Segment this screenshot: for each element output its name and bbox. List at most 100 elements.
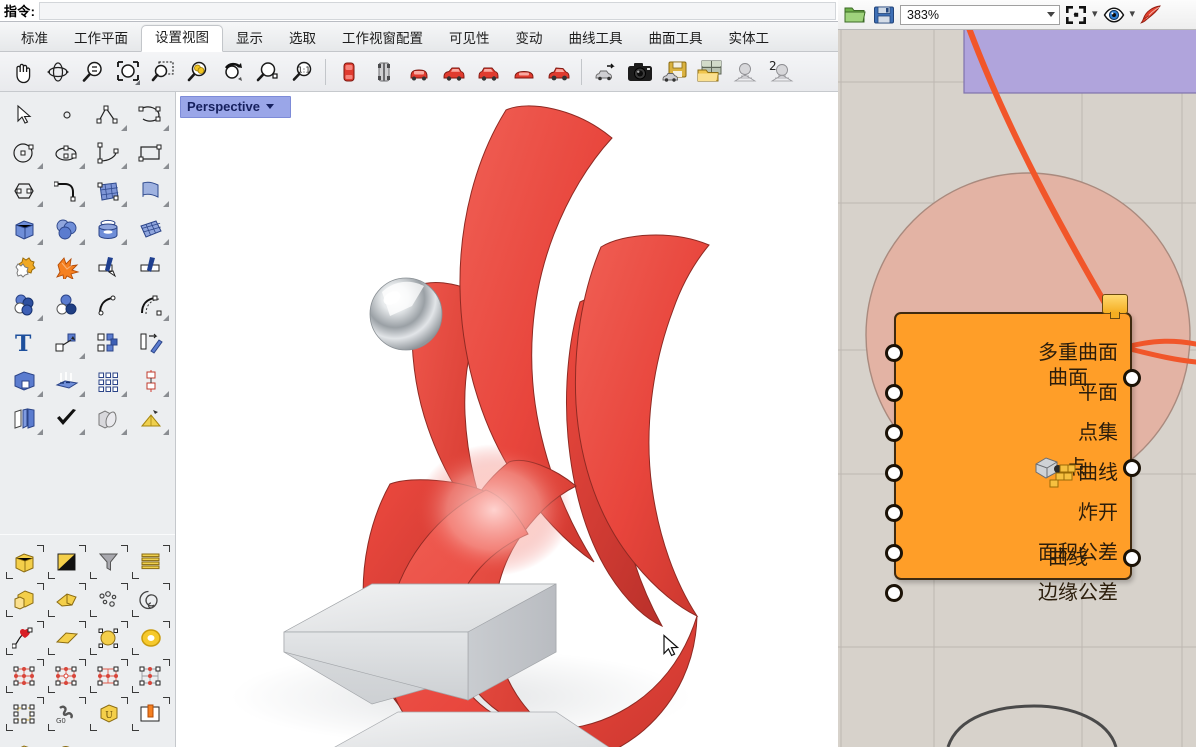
gh-torus-icon[interactable]	[130, 619, 172, 657]
input-port-points[interactable]	[885, 424, 903, 442]
gh-grid-b-icon[interactable]	[46, 657, 88, 695]
gh-surface-icon[interactable]	[46, 619, 88, 657]
cylinder-icon[interactable]	[88, 210, 130, 248]
zoom-1to1-icon[interactable]: 1:1	[286, 55, 319, 89]
view-left-car-icon[interactable]	[472, 55, 505, 89]
dropdown-dot-2[interactable]: ▾	[1130, 9, 1136, 20]
viewport-title[interactable]: Perspective	[180, 96, 291, 118]
gh-extra-b-icon[interactable]	[46, 733, 88, 747]
gh-extra-d-icon[interactable]	[130, 733, 172, 747]
polyline-icon[interactable]	[88, 96, 130, 134]
fillet-curve-icon[interactable]	[46, 172, 88, 210]
grasshopper-canvas[interactable]: 多重曲面 平面 点集 曲线 炸开 面积公差 边缘公差 曲面 点 曲线	[838, 30, 1196, 747]
one-viewport-icon[interactable]	[728, 55, 761, 89]
gh-list-icon[interactable]	[130, 543, 172, 581]
restore-view-folder-icon[interactable]	[693, 55, 726, 89]
shade-icon[interactable]	[88, 400, 130, 438]
move-icon[interactable]	[46, 324, 88, 362]
chevron-down-icon[interactable]	[266, 104, 274, 109]
curve-interp-icon[interactable]	[130, 96, 172, 134]
render-icon[interactable]	[130, 400, 172, 438]
boolean-intersection-icon[interactable]	[46, 286, 88, 324]
gh-u-box-icon[interactable]: U	[88, 695, 130, 733]
offset-surface-icon[interactable]	[130, 286, 172, 324]
ribbon-tab-transform[interactable]: 变动	[503, 27, 556, 52]
gh-grid-a-icon[interactable]	[4, 657, 46, 695]
point-icon[interactable]	[46, 96, 88, 134]
two-viewport-icon[interactable]: 2	[763, 55, 796, 89]
open-file-icon[interactable]	[842, 2, 868, 28]
save-view-icon[interactable]	[658, 55, 691, 89]
input-port-plane[interactable]	[885, 384, 903, 402]
offset-curve-icon[interactable]	[88, 286, 130, 324]
gh-populate-icon[interactable]	[88, 581, 130, 619]
eye-preview-icon[interactable]	[1101, 2, 1127, 28]
gh-extra-c-icon[interactable]	[88, 733, 130, 747]
split-icon[interactable]	[130, 248, 172, 286]
zoom-level-combo[interactable]: 383%	[900, 4, 1060, 25]
view-right-car-icon[interactable]	[437, 55, 470, 89]
gh-slice-icon[interactable]	[46, 581, 88, 619]
input-port-area-tol[interactable]	[885, 544, 903, 562]
command-input[interactable]	[39, 1, 836, 20]
gh-slider-icon[interactable]	[130, 695, 172, 733]
output-port-point[interactable]	[1123, 459, 1141, 477]
ribbon-tab-surface[interactable]: 曲面工具	[636, 27, 716, 52]
copy-icon[interactable]	[88, 324, 130, 362]
zoom-undo-icon[interactable]	[216, 55, 249, 89]
ribbon-tab-standard[interactable]: 标准	[8, 27, 61, 52]
boolean-union-icon[interactable]	[4, 248, 46, 286]
gh-brep-icon[interactable]	[4, 581, 46, 619]
zoom-extents-icon[interactable]	[111, 55, 144, 89]
input-port-explode[interactable]	[885, 504, 903, 522]
view-top-car-icon[interactable]	[402, 55, 435, 89]
gh-box-icon[interactable]	[4, 543, 46, 581]
rectangle-icon[interactable]	[130, 134, 172, 172]
ribbon-tab-set-view[interactable]: 设置视图	[141, 24, 223, 52]
box-icon[interactable]	[4, 210, 46, 248]
boolean-difference-icon[interactable]	[4, 286, 46, 324]
extrude-points-icon[interactable]	[46, 362, 88, 400]
zoom-window-icon[interactable]	[146, 55, 179, 89]
gh-extra-a-icon[interactable]	[4, 733, 46, 747]
chevron-down-icon[interactable]	[1047, 12, 1055, 17]
arc-icon[interactable]	[88, 134, 130, 172]
ribbon-tab-display[interactable]: 显示	[223, 27, 276, 52]
component-message-flag[interactable]	[1102, 294, 1128, 319]
ellipse-icon[interactable]	[46, 134, 88, 172]
ribbon-tab-select[interactable]: 选取	[276, 27, 329, 52]
solid-edit-icon[interactable]	[4, 362, 46, 400]
extrude-surface-icon[interactable]	[130, 172, 172, 210]
gh-square-grid-icon[interactable]	[4, 695, 46, 733]
zoom-selected-icon[interactable]	[181, 55, 214, 89]
grasshopper-component[interactable]: 多重曲面 平面 点集 曲线 炸开 面积公差 边缘公差 曲面 点 曲线	[885, 294, 1141, 604]
mirror-icon[interactable]	[130, 362, 172, 400]
split-face-icon[interactable]	[4, 400, 46, 438]
input-port-curves[interactable]	[885, 464, 903, 482]
output-port-surface[interactable]	[1123, 369, 1141, 387]
surface-network-icon[interactable]	[130, 210, 172, 248]
named-view-set-icon[interactable]	[588, 55, 621, 89]
view-front-car-icon[interactable]	[332, 55, 365, 89]
gh-circle-sel-icon[interactable]	[88, 619, 130, 657]
feather-bake-icon[interactable]	[1138, 2, 1164, 28]
gh-chain-icon[interactable]: G0	[46, 695, 88, 733]
input-port-brep[interactable]	[885, 344, 903, 362]
text-icon[interactable]: T	[4, 324, 46, 362]
zoom-target-icon[interactable]	[251, 55, 284, 89]
camera-icon[interactable]	[623, 55, 656, 89]
rotate-icon[interactable]	[130, 324, 172, 362]
ribbon-tab-viewport[interactable]: 工作视窗配置	[329, 27, 436, 52]
gh-grid-d-icon[interactable]	[130, 657, 172, 695]
trim-icon[interactable]	[88, 248, 130, 286]
pan-hand-icon[interactable]	[6, 55, 39, 89]
view-perspective-car-icon[interactable]	[542, 55, 575, 89]
check-object-icon[interactable]	[46, 400, 88, 438]
ribbon-tab-cplane[interactable]: 工作平面	[61, 27, 141, 52]
select-arrow-icon[interactable]	[4, 96, 46, 134]
zoom-extents-icon[interactable]	[1063, 2, 1089, 28]
sphere-icon[interactable]	[46, 210, 88, 248]
dropdown-dot-1[interactable]: ▾	[1092, 9, 1098, 20]
polygon-icon[interactable]	[4, 172, 46, 210]
view-back-car-icon[interactable]	[367, 55, 400, 89]
